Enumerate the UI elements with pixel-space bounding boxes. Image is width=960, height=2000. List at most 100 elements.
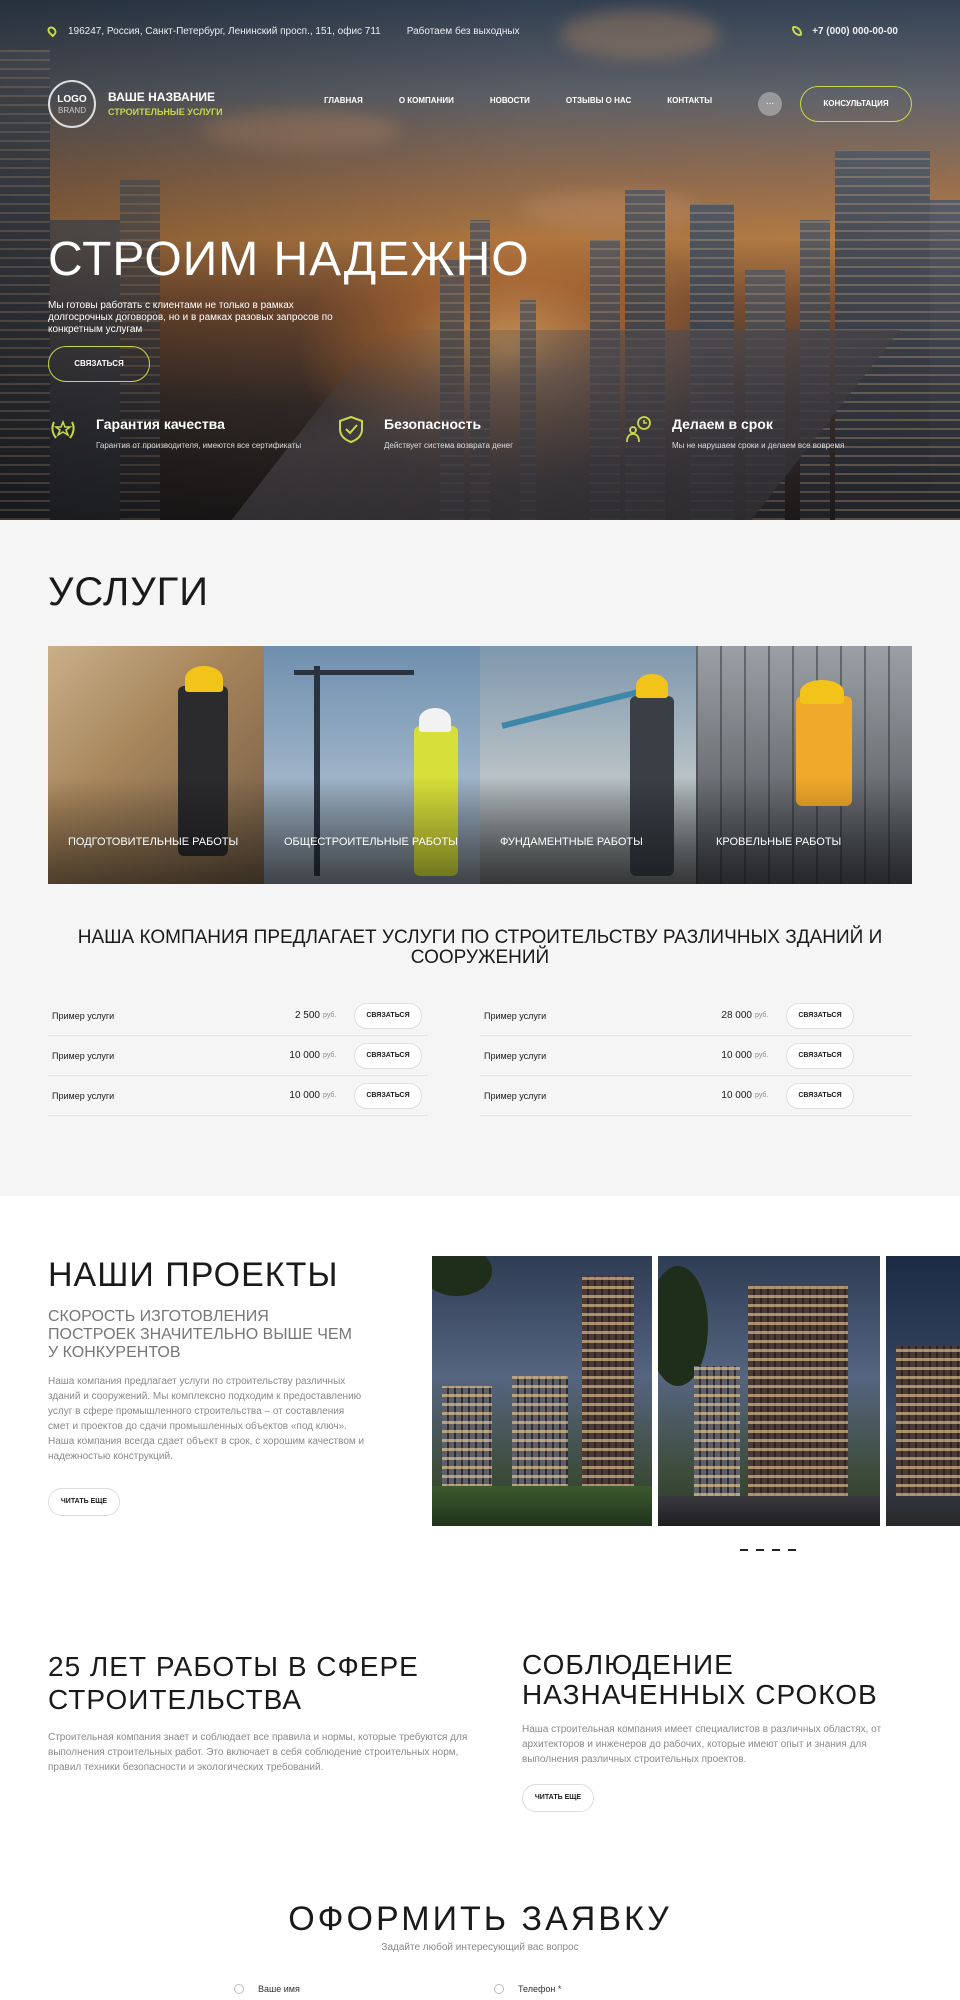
- projects-pager: [740, 1549, 796, 1551]
- currency: руб.: [323, 1012, 337, 1019]
- service-card-label: ОБЩЕСТРОИТЕЛЬНЫЕ РАБОТЫ: [284, 836, 458, 848]
- main-nav: ГЛАВНАЯ О КОМПАНИИ НОВОСТИ ОТЗЫВЫ О НАС …: [324, 96, 712, 105]
- feature-title: Гарантия качества: [96, 416, 225, 432]
- card-overlay: [48, 646, 264, 884]
- phone-link[interactable]: +7 (000) 000-00-00: [812, 26, 898, 37]
- nav-item-home[interactable]: ГЛАВНАЯ: [324, 96, 363, 105]
- building: [582, 1276, 634, 1496]
- hero-contact-button[interactable]: СВЯЗАТЬСЯ: [48, 346, 150, 382]
- phone-field-label: Телефон *: [518, 1984, 562, 1994]
- price-row: Пример услуги 28 000 руб. СВЯЗАТЬСЯ: [480, 996, 912, 1036]
- price-contact-button[interactable]: СВЯЗАТЬСЯ: [354, 1042, 422, 1069]
- brand-name: ВАШЕ НАЗВАНИЕ: [108, 90, 216, 104]
- feature-desc: Гарантия от производителя, имеются все с…: [96, 441, 302, 450]
- about-deadlines-text: Наша строительная компания имеет специал…: [522, 1724, 882, 1765]
- price-contact-button[interactable]: СВЯЗАТЬСЯ: [354, 1082, 422, 1109]
- service-card[interactable]: КРОВЕЛЬНЫЕ РАБОТЫ: [696, 646, 912, 884]
- service-price: 10 000: [721, 1090, 752, 1101]
- consult-button[interactable]: КОНСУЛЬТАЦИЯ: [800, 86, 912, 122]
- service-card[interactable]: ФУНДАМЕНТНЫЕ РАБОТЫ: [480, 646, 696, 884]
- user-icon: [234, 1984, 244, 1994]
- price-row: Пример услуги 2 500 руб. СВЯЗАТЬСЯ: [48, 996, 428, 1036]
- service-cards: ПОДГОТОВИТЕЛЬНЫЕ РАБОТЫ ОБЩЕСТРОИТЕЛЬНЫЕ…: [48, 646, 912, 884]
- hero-title: СТРОИМ НАДЕЖНО: [48, 233, 530, 286]
- building: [442, 1386, 492, 1496]
- currency: руб.: [323, 1052, 337, 1059]
- logo-text: LOGO: [57, 94, 87, 105]
- about-read-more-button[interactable]: ЧИТАТЬ ЕЩЕ: [522, 1784, 594, 1812]
- phone-icon: [792, 26, 803, 36]
- service-card-label: ФУНДАМЕНТНЫЕ РАБОТЫ: [500, 836, 643, 848]
- service-card[interactable]: ПОДГОТОВИТЕЛЬНЫЕ РАБОТЫ: [48, 646, 264, 884]
- logo-subtext: BRAND: [57, 106, 86, 115]
- price-contact-button[interactable]: СВЯЗАТЬСЯ: [786, 1042, 854, 1069]
- nav-item-reviews[interactable]: ОТЗЫВЫ О НАС: [566, 96, 631, 105]
- currency: руб.: [755, 1092, 769, 1099]
- service-price: 10 000: [289, 1050, 320, 1061]
- location-pin-icon: [45, 24, 59, 38]
- pager-dash[interactable]: [788, 1549, 796, 1551]
- card-overlay: [480, 646, 696, 884]
- shield-check-icon: [339, 415, 363, 444]
- service-price: 10 000: [721, 1050, 752, 1061]
- service-name: Пример услуги: [484, 1050, 547, 1061]
- pager-dash[interactable]: [740, 1549, 748, 1551]
- about-years-text: Строительная компания знает и соблюдает …: [48, 1732, 468, 1773]
- pager-dash[interactable]: [756, 1549, 764, 1551]
- projects-subtitle: СКОРОСТЬ ИЗГОТОВЛЕНИЯ ПОСТРОЕК ЗНАЧИТЕЛЬ…: [48, 1308, 352, 1361]
- service-name: Пример услуги: [52, 1090, 115, 1101]
- more-menu-button[interactable]: ...: [758, 92, 782, 116]
- price-contact-button[interactable]: СВЯЗАТЬСЯ: [786, 1082, 854, 1109]
- hero-section: 196247, Россия, Санкт-Петербург, Ленинск…: [0, 0, 960, 520]
- card-overlay: [264, 646, 480, 884]
- phone-field[interactable]: Телефон *: [494, 1984, 561, 1994]
- service-name: Пример услуги: [484, 1090, 547, 1101]
- brand-subtitle: СТРОИТЕЛЬНЫЕ УСЛУГИ: [108, 107, 223, 117]
- address-text: 196247, Россия, Санкт-Петербург, Ленинск…: [68, 25, 381, 37]
- price-row: Пример услуги 10 000 руб. СВЯЗАТЬСЯ: [48, 1076, 428, 1116]
- project-image[interactable]: [658, 1256, 880, 1526]
- price-contact-button[interactable]: СВЯЗАТЬСЯ: [354, 1002, 422, 1029]
- services-title: УСЛУГИ: [48, 570, 210, 614]
- nav-item-contacts[interactable]: КОНТАКТЫ: [667, 96, 712, 105]
- name-field-label: Ваше имя: [258, 1984, 300, 1994]
- project-image[interactable]: [886, 1256, 960, 1526]
- price-row: Пример услуги 10 000 руб. СВЯЗАТЬСЯ: [480, 1076, 912, 1116]
- service-name: Пример услуги: [52, 1010, 115, 1021]
- service-name: Пример услуги: [484, 1010, 547, 1021]
- service-name: Пример услуги: [52, 1050, 115, 1061]
- service-price: 2 500: [294, 1010, 320, 1021]
- feature-title: Безопасность: [384, 416, 482, 432]
- card-overlay: [696, 646, 912, 884]
- service-price: 28 000: [721, 1010, 752, 1021]
- working-hours: Работаем без выходных: [406, 25, 520, 37]
- feature-safety: Безопасность Действует система возврата …: [384, 416, 513, 450]
- logo[interactable]: LOGO BRAND: [48, 80, 96, 128]
- feature-on-time: Делаем в срок Мы не нарушаем сроки и дел…: [672, 416, 844, 450]
- nav-item-news[interactable]: НОВОСТИ: [490, 96, 530, 105]
- building: [748, 1286, 848, 1496]
- about-years-title: 25 ЛЕТ РАБОТЫ В СФЕРЕ СТРОИТЕЛЬСТВА: [48, 1651, 419, 1715]
- currency: руб.: [755, 1012, 769, 1019]
- wreath-star-icon: [51, 419, 75, 439]
- currency: руб.: [323, 1092, 337, 1099]
- tree: [432, 1256, 492, 1296]
- service-card-label: ПОДГОТОВИТЕЛЬНЫЕ РАБОТЫ: [68, 836, 239, 848]
- request-form-title: ОФОРМИТЬ ЗАЯВКУ: [288, 1900, 672, 1938]
- services-offer-heading: НАША КОМПАНИЯ ПРЕДЛАГАЕТ УСЛУГИ ПО СТРОИ…: [77, 927, 883, 968]
- price-contact-button[interactable]: СВЯЗАТЬСЯ: [786, 1002, 854, 1029]
- feature-quality: Гарантия качества Гарантия от производит…: [96, 416, 301, 450]
- service-card-label: КРОВЕЛЬНЫЕ РАБОТЫ: [716, 836, 842, 848]
- service-price: 10 000: [289, 1090, 320, 1101]
- service-card[interactable]: ОБЩЕСТРОИТЕЛЬНЫЕ РАБОТЫ: [264, 646, 480, 884]
- pager-dash[interactable]: [772, 1549, 780, 1551]
- projects-read-more-button[interactable]: ЧИТАТЬ ЕЩЕ: [48, 1488, 120, 1516]
- topbar: 196247, Россия, Санкт-Петербург, Ленинск…: [45, 22, 912, 40]
- street: [658, 1496, 880, 1526]
- phone-icon: [494, 1984, 504, 1994]
- nav-item-about[interactable]: О КОМПАНИИ: [399, 96, 454, 105]
- hero-lead: Мы готовы работать с клиентами не только…: [48, 300, 333, 335]
- name-field[interactable]: Ваше имя: [234, 1984, 300, 1994]
- project-image[interactable]: [432, 1256, 652, 1526]
- about-deadlines-title: СОБЛЮДЕНИЕ НАЗНАЧЕННЫХ СРОКОВ: [522, 1649, 878, 1710]
